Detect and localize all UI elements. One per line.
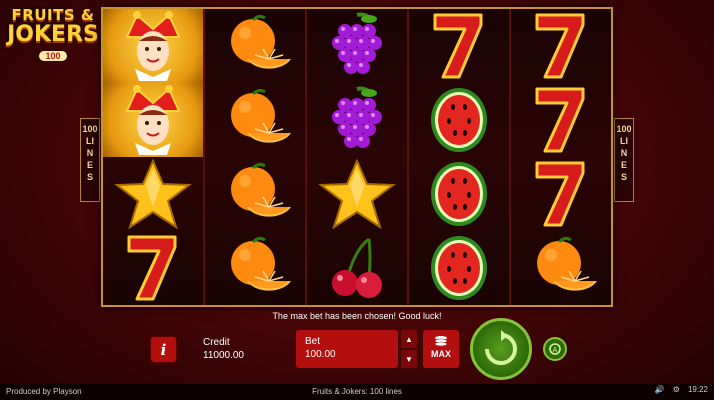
seven-icon bbox=[520, 85, 602, 155]
lines-number: 100 bbox=[82, 124, 98, 134]
joker-icon bbox=[112, 85, 194, 155]
reel-cell bbox=[409, 157, 509, 231]
reel-cell bbox=[307, 83, 407, 157]
spin-arrows-icon bbox=[485, 330, 517, 365]
reel-cell bbox=[307, 157, 407, 231]
logo-badge: 100 bbox=[39, 51, 67, 61]
orange-icon bbox=[214, 11, 296, 81]
max-label: MAX bbox=[431, 349, 451, 359]
reel-1 bbox=[103, 9, 205, 305]
autoplay-icon: A bbox=[549, 343, 561, 355]
seven-icon bbox=[112, 233, 194, 303]
lines-indicator-right: 100 LINES bbox=[614, 118, 634, 202]
credit-value: 11000.00 bbox=[203, 350, 244, 361]
clock-time: 19:22 bbox=[687, 385, 708, 394]
reel-cell bbox=[511, 231, 611, 305]
watermelon-icon bbox=[418, 85, 500, 155]
reel-2 bbox=[205, 9, 307, 305]
lines-text: LINES bbox=[620, 136, 628, 182]
reel-cell bbox=[205, 231, 305, 305]
reel-cell bbox=[409, 9, 509, 83]
seven-icon bbox=[520, 11, 602, 81]
max-bet-button[interactable]: MAX bbox=[423, 330, 459, 368]
reel-cell bbox=[511, 83, 611, 157]
reel-cell bbox=[205, 9, 305, 83]
reel-cell bbox=[307, 231, 407, 305]
grapes-icon bbox=[316, 85, 398, 155]
seven-icon bbox=[520, 159, 602, 229]
grapes-icon bbox=[316, 11, 398, 81]
reel-cell bbox=[511, 9, 611, 83]
reel-3 bbox=[307, 9, 409, 305]
footer-bar: Produced by Playson Fruits & Jokers: 100… bbox=[0, 384, 714, 400]
orange-icon bbox=[214, 159, 296, 229]
bet-decrease-button[interactable]: ▼ bbox=[401, 350, 417, 368]
coins-icon bbox=[434, 336, 448, 347]
orange-icon bbox=[214, 85, 296, 155]
watermelon-icon bbox=[418, 159, 500, 229]
joker-icon bbox=[112, 11, 194, 81]
reel-cell bbox=[103, 157, 203, 231]
reels-grid bbox=[101, 7, 613, 307]
spin-button[interactable] bbox=[470, 318, 532, 380]
lines-text: LINES bbox=[86, 136, 94, 182]
bet-value: 100.00 bbox=[305, 349, 336, 360]
lines-number: 100 bbox=[616, 124, 632, 134]
bet-increase-button[interactable]: ▲ bbox=[401, 330, 417, 348]
reel-cell bbox=[511, 157, 611, 231]
credit-label: Credit bbox=[203, 337, 230, 348]
reel-cell bbox=[307, 9, 407, 83]
sound-icon[interactable]: 🔊 bbox=[655, 385, 665, 394]
status-message: The max bet has been chosen! Good luck! bbox=[272, 311, 442, 321]
star-icon bbox=[112, 159, 194, 229]
reel-cell bbox=[409, 231, 509, 305]
logo-line-2: JOKERS bbox=[7, 22, 99, 47]
seven-icon bbox=[418, 11, 500, 81]
reel-cell bbox=[205, 83, 305, 157]
star-icon bbox=[316, 159, 398, 229]
cherry-icon bbox=[316, 233, 398, 303]
orange-icon bbox=[214, 233, 296, 303]
settings-gear-icon[interactable]: ⚙ bbox=[673, 385, 680, 394]
footer-controls: 🔊 ⚙ 19:22 bbox=[655, 385, 708, 394]
reel-4 bbox=[409, 9, 511, 305]
game-title: Fruits & Jokers: 100 lines bbox=[312, 387, 402, 396]
watermelon-icon bbox=[418, 233, 500, 303]
bet-label: Bet bbox=[305, 336, 321, 347]
info-button[interactable]: i bbox=[150, 336, 177, 363]
reel-cell bbox=[103, 83, 203, 157]
reel-cell bbox=[103, 9, 203, 83]
lines-indicator-left: 100 LINES bbox=[80, 118, 100, 202]
reel-cell bbox=[205, 157, 305, 231]
reel-cell bbox=[409, 83, 509, 157]
autoplay-button[interactable]: A bbox=[543, 337, 567, 361]
reel-cell bbox=[103, 231, 203, 305]
svg-text:A: A bbox=[553, 347, 558, 354]
bet-display: Bet 100.00 bbox=[296, 330, 398, 368]
game-logo: FRUITS & JOKERS 100 bbox=[6, 6, 100, 66]
orange-icon bbox=[520, 233, 602, 303]
reel-5 bbox=[511, 9, 611, 305]
credit-display: Credit 11000.00 bbox=[203, 336, 244, 362]
